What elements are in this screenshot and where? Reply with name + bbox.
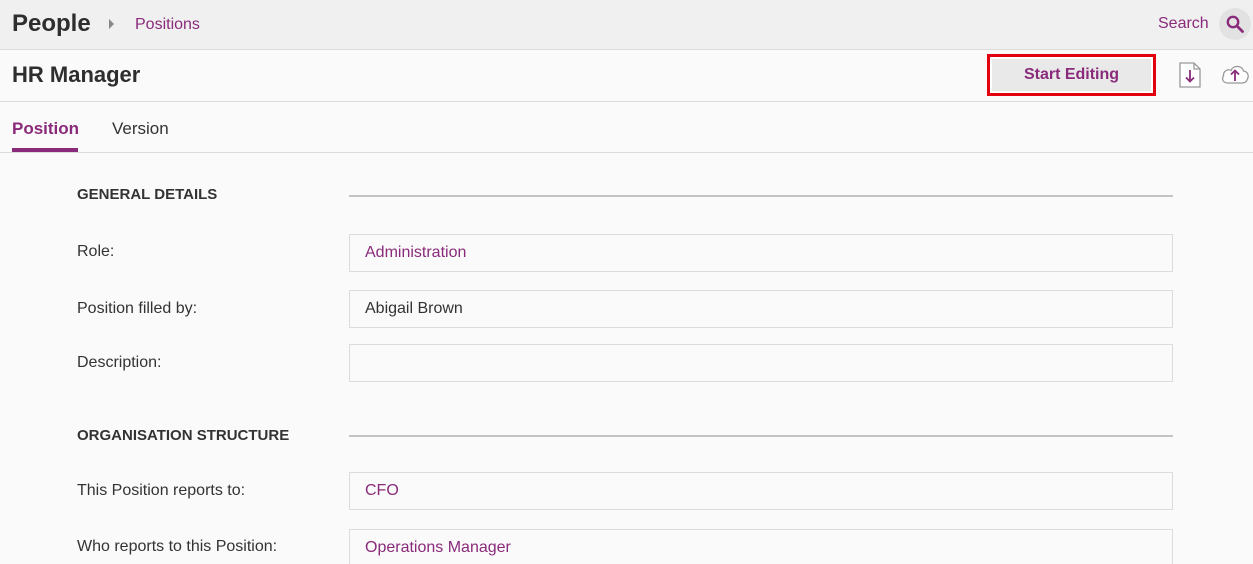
title-bar: HR Manager Start Editing (0, 50, 1253, 102)
tab-position[interactable]: Position (12, 119, 79, 139)
reports-to-label: This Position reports to: (77, 482, 246, 499)
role-field[interactable]: Administration (349, 234, 1173, 272)
tab-version[interactable]: Version (112, 119, 169, 139)
document-download-icon[interactable] (1178, 62, 1202, 88)
tab-bar: Position Version (0, 102, 1253, 153)
who-reports-label: Who reports to this Position: (77, 538, 278, 555)
who-reports-field[interactable]: Operations Manager (349, 529, 1173, 564)
search-icon (1226, 15, 1244, 33)
app-title: People (12, 10, 91, 37)
active-tab-indicator (12, 148, 78, 152)
start-editing-highlight: Start Editing (987, 54, 1156, 96)
start-editing-button[interactable]: Start Editing (992, 59, 1151, 91)
description-field (349, 344, 1173, 382)
description-label: Description: (77, 354, 162, 371)
page-title: HR Manager (12, 62, 141, 87)
breadcrumb-positions-link[interactable]: Positions (135, 16, 200, 34)
section-divider (349, 195, 1173, 197)
reports-to-field[interactable]: CFO (349, 472, 1173, 510)
search-label[interactable]: Search (1158, 15, 1209, 33)
role-label: Role: (77, 243, 115, 260)
breadcrumb-chevron-icon (109, 19, 114, 29)
search-button[interactable] (1219, 8, 1251, 40)
section-divider (349, 435, 1173, 437)
cloud-upload-icon[interactable] (1220, 62, 1250, 86)
organisation-structure-heading: ORGANISATION STRUCTURE (77, 427, 290, 444)
general-details-heading: GENERAL DETAILS (77, 186, 218, 203)
top-bar: People Positions Search (0, 0, 1253, 50)
filled-by-label: Position filled by: (77, 300, 198, 317)
filled-by-field: Abigail Brown (349, 290, 1173, 328)
